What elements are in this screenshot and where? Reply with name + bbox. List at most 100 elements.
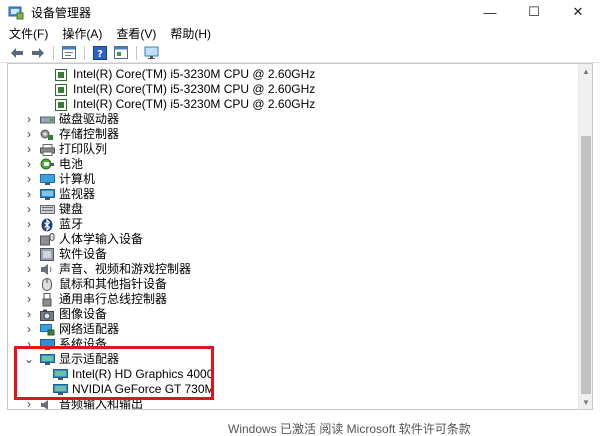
category-label: 存储控制器 — [59, 127, 120, 141]
tree-item-processor[interactable]: Intel(R) Core(TM) i5-3230M CPU @ 2.60GHz — [53, 82, 592, 97]
chevron-right-icon[interactable]: › — [24, 322, 34, 337]
processor-label: Intel(R) Core(TM) i5-3230M CPU @ 2.60GHz — [73, 67, 316, 81]
category-label: 系统设备 — [59, 337, 108, 351]
chevron-right-icon[interactable]: › — [24, 127, 34, 142]
category-label: 通用串行总线控制器 — [59, 292, 168, 306]
help-icon[interactable]: ? — [91, 44, 109, 62]
tree-item-monitors[interactable]: › 监视器 — [24, 187, 592, 202]
menu-view[interactable]: 查看(V) — [113, 25, 161, 42]
tree-item-gpu-nvidia[interactable]: NVIDIA GeForce GT 730M — [52, 382, 592, 397]
scroll-up-icon[interactable]: ▲ — [579, 64, 592, 78]
tree-item-processor[interactable]: Intel(R) Core(TM) i5-3230M CPU @ 2.60GHz — [53, 97, 592, 112]
display-adapter-icon — [52, 368, 68, 381]
tree-item-mice[interactable]: › 鼠标和其他指针设备 — [24, 277, 592, 292]
toolbar-separator — [53, 45, 54, 60]
tree-item-imaging-devices[interactable]: › 图像设备 — [24, 307, 592, 322]
category-label: 蓝牙 — [59, 217, 84, 231]
chevron-right-icon[interactable]: › — [24, 307, 34, 322]
scroll-down-icon[interactable]: ▼ — [579, 395, 592, 409]
menu-file[interactable]: 文件(F) — [6, 25, 53, 42]
audio-io-icon — [39, 398, 55, 409]
update-icon[interactable] — [112, 44, 130, 62]
tree-item-print-queues[interactable]: › 打印队列 — [24, 142, 592, 157]
monitor-icon — [39, 188, 55, 201]
cpu-icon — [53, 68, 69, 81]
tree-item-storage-controllers[interactable]: › 存储控制器 — [24, 127, 592, 142]
chevron-right-icon[interactable]: › — [24, 232, 34, 247]
tree-item-system-devices[interactable]: › 系统设备 — [24, 337, 592, 352]
vertical-scrollbar[interactable]: ▲ ▼ — [578, 64, 592, 409]
menu-bar: 文件(F) 操作(A) 查看(V) 帮助(H) — [0, 24, 600, 43]
computer-icon — [39, 173, 55, 186]
chevron-right-icon[interactable]: › — [24, 247, 34, 262]
hid-icon — [39, 233, 55, 246]
category-label: 音频输入和输出 — [59, 397, 144, 410]
category-label: 网络适配器 — [59, 322, 120, 336]
tree-item-software-devices[interactable]: › 软件设备 — [24, 247, 592, 262]
forward-arrow-icon[interactable] — [29, 44, 47, 62]
tree-item-audio-io[interactable]: › 音频输入和输出 — [24, 397, 592, 410]
chevron-right-icon[interactable]: › — [24, 172, 34, 187]
chevron-right-icon[interactable]: › — [24, 337, 34, 352]
mouse-icon — [39, 278, 55, 291]
chevron-right-icon[interactable]: › — [24, 217, 34, 232]
category-label: 磁盘驱动器 — [59, 112, 120, 126]
chevron-right-icon[interactable]: › — [24, 397, 34, 409]
tree-item-computer[interactable]: › 计算机 — [24, 172, 592, 187]
activation-watermark: Windows 已激活 阅读 Microsoft 软件许可条款 — [228, 422, 471, 436]
disk-drive-icon — [39, 113, 55, 126]
device-tree: Intel(R) Core(TM) i5-3230M CPU @ 2.60GHz… — [7, 63, 593, 410]
menu-help[interactable]: 帮助(H) — [167, 25, 216, 42]
category-label: 监视器 — [59, 187, 96, 201]
software-device-icon — [39, 248, 55, 261]
chevron-right-icon[interactable]: › — [24, 277, 34, 292]
tree-item-usb-controllers[interactable]: › 通用串行总线控制器 — [24, 292, 592, 307]
tree-item-batteries[interactable]: › 电池 — [24, 157, 592, 172]
tree-item-processor[interactable]: Intel(R) Core(TM) i5-3230M CPU @ 2.60GHz — [53, 67, 592, 82]
chevron-right-icon[interactable]: › — [24, 157, 34, 172]
scrollbar-thumb[interactable] — [581, 136, 591, 394]
chevron-right-icon[interactable]: › — [24, 142, 34, 157]
cpu-icon — [53, 83, 69, 96]
category-label: 人体学输入设备 — [59, 232, 144, 246]
print-queue-icon — [39, 143, 55, 156]
menu-action[interactable]: 操作(A) — [59, 25, 107, 42]
tree-item-network-adapters[interactable]: › 网络适配器 — [24, 322, 592, 337]
maximize-button[interactable]: ☐ — [512, 0, 556, 24]
tree-item-keyboards[interactable]: › 键盘 — [24, 202, 592, 217]
window-title: 设备管理器 — [31, 5, 92, 20]
category-label: 电池 — [59, 157, 84, 171]
tree-item-gpu-intel[interactable]: Intel(R) HD Graphics 4000 — [52, 367, 592, 382]
monitor-scan-icon[interactable] — [143, 44, 161, 62]
bluetooth-icon — [39, 218, 55, 231]
tree-item-sound-video-game[interactable]: › 声音、视频和游戏控制器 — [24, 262, 592, 277]
camera-icon — [39, 308, 55, 321]
close-button[interactable]: ✕ — [556, 0, 600, 24]
battery-icon — [39, 158, 55, 171]
category-label: 计算机 — [59, 172, 96, 186]
processor-label: Intel(R) Core(TM) i5-3230M CPU @ 2.60GHz — [73, 82, 316, 96]
chevron-right-icon[interactable]: › — [24, 112, 34, 127]
window-controls: — ☐ ✕ — [468, 0, 600, 24]
back-arrow-icon[interactable] — [8, 44, 26, 62]
tree-item-bluetooth[interactable]: › 蓝牙 — [24, 217, 592, 232]
minimize-button[interactable]: — — [468, 0, 512, 24]
storage-controller-icon — [39, 128, 55, 141]
cpu-icon — [53, 98, 69, 111]
chevron-right-icon[interactable]: › — [24, 292, 34, 307]
chevron-right-icon[interactable]: › — [24, 202, 34, 217]
tree-item-display-adapters[interactable]: ⌄ 显示适配器 — [24, 352, 592, 367]
tree-item-disk-drives[interactable]: › 磁盘驱动器 — [24, 112, 592, 127]
gpu-label: NVIDIA GeForce GT 730M — [72, 382, 215, 396]
display-adapter-icon — [39, 353, 55, 366]
category-label: 图像设备 — [59, 307, 108, 321]
chevron-right-icon[interactable]: › — [24, 187, 34, 202]
chevron-right-icon[interactable]: › — [24, 262, 34, 277]
properties-icon[interactable] — [60, 44, 78, 62]
category-label: 键盘 — [59, 202, 84, 216]
gpu-label: Intel(R) HD Graphics 4000 — [72, 367, 214, 381]
category-label: 鼠标和其他指针设备 — [59, 277, 168, 291]
sound-icon — [39, 263, 55, 276]
chevron-down-icon[interactable]: ⌄ — [24, 352, 34, 367]
tree-item-hid[interactable]: › 人体学输入设备 — [24, 232, 592, 247]
